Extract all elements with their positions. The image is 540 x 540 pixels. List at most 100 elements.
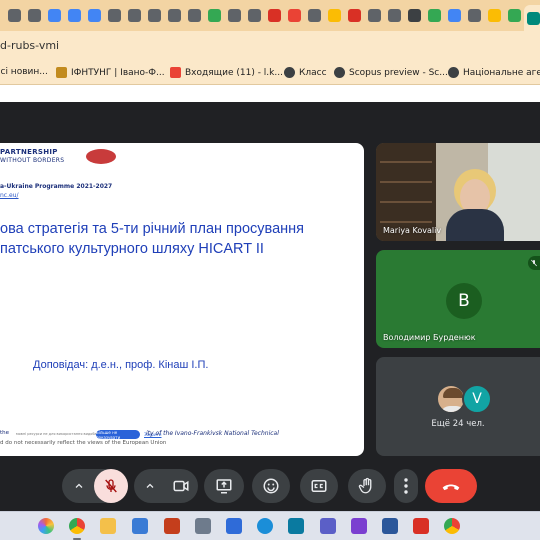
browser-tab[interactable] (504, 5, 525, 26)
powerpoint-icon[interactable] (164, 518, 180, 534)
raise-hand-button[interactable] (348, 469, 386, 503)
leave-call-button[interactable] (425, 469, 477, 503)
camera-icon (172, 477, 190, 495)
chevron-up-icon[interactable] (136, 469, 164, 503)
browser-tab[interactable] (44, 5, 65, 26)
calendar-icon[interactable] (132, 518, 148, 534)
browser-tab[interactable] (24, 5, 45, 26)
bookmark-item[interactable]: ІФНТУНГ | Івано-Ф... (56, 67, 165, 78)
browser-tab[interactable] (244, 5, 265, 26)
mic-off-icon (528, 256, 540, 270)
crest-icon (56, 67, 67, 78)
maps-icon (428, 9, 441, 22)
participant-tile-mariya[interactable]: Mariya Kovaliv (376, 143, 540, 241)
browser-tab[interactable] (324, 5, 345, 26)
browser-tab[interactable] (164, 5, 185, 26)
more-options-button[interactable] (394, 469, 418, 503)
sliders-icon (168, 9, 181, 22)
browser-tab[interactable] (204, 5, 225, 26)
browser-tab[interactable] (364, 5, 385, 26)
copilot-icon[interactable] (38, 518, 54, 534)
teams-icon[interactable] (320, 518, 336, 534)
bookmark-item[interactable]: ісі новин... (0, 67, 48, 77)
browser-tab[interactable] (264, 5, 285, 26)
browser-tab[interactable]: ✕ (524, 5, 540, 31)
emoji-icon (262, 477, 280, 495)
globe-icon (284, 67, 295, 78)
gmail-icon (170, 67, 181, 78)
bookmark-label: Національне агент... (463, 67, 540, 78)
translate-bar-text: мовні ресурси не для використання видоба (16, 432, 97, 436)
bookmark-label: Scopus preview - Sc... (349, 67, 448, 78)
chrome-icon[interactable] (69, 518, 85, 534)
edge-icon[interactable] (257, 518, 273, 534)
browser-tab[interactable] (144, 5, 165, 26)
slide-title-line2: патського культурного шляху HICART II (0, 241, 264, 257)
browser-tab[interactable] (404, 5, 425, 26)
browser-tab[interactable] (444, 5, 465, 26)
slide-link: nc.eu/ (0, 192, 19, 199)
bookmark-item[interactable]: Scopus preview - Sc... (334, 67, 448, 78)
address-bar[interactable]: d-rubs-vmi (0, 31, 540, 61)
browser-tab[interactable] (424, 5, 445, 26)
camera-toggle-button[interactable] (164, 469, 198, 503)
browser-tab[interactable] (84, 5, 105, 26)
app-icon[interactable] (288, 518, 304, 534)
bookmark-item[interactable]: Національне агент... (448, 67, 540, 78)
gmail-icon (288, 9, 301, 22)
widgets-icon[interactable] (8, 517, 20, 533)
url-text[interactable]: d-rubs-vmi (0, 39, 59, 52)
slide-footer-disclaimer: d do not necessarily reflect the views o… (0, 440, 167, 446)
participant-name: Mariya Kovaliv (383, 226, 442, 235)
pdf-icon[interactable] (413, 518, 429, 534)
chrome-icon[interactable] (444, 518, 460, 534)
browser-tab[interactable] (384, 5, 405, 26)
viber-icon[interactable] (351, 518, 367, 534)
bookmark-item[interactable]: Класс (284, 67, 327, 78)
chrome-icon (228, 9, 241, 22)
browser-tab[interactable] (104, 5, 125, 26)
browser-tab[interactable] (124, 5, 145, 26)
browser-tab[interactable] (484, 5, 505, 26)
more-participants-tile[interactable]: V Ещё 24 чел. (376, 357, 540, 456)
captions-icon (310, 477, 328, 495)
bookmark-item[interactable]: Входящие (11) - l.k... (170, 67, 283, 78)
globe-icon (448, 67, 459, 78)
browser-tab[interactable] (64, 5, 85, 26)
file-explorer-icon[interactable] (100, 518, 116, 534)
present-screen-button[interactable] (204, 469, 244, 503)
captions-button[interactable] (300, 469, 338, 503)
more-vert-icon (403, 478, 409, 494)
os-taskbar (0, 511, 540, 540)
globe-icon (334, 67, 345, 78)
project-logo-icon (86, 149, 116, 164)
bookmarks-bar: ісі новин... ІФНТУНГ | Івано-Ф... Входящ… (0, 61, 540, 85)
docs-icon (88, 9, 101, 22)
presentation-slide: PARTNERSHIP WITHOUT BORDERS a-Ukraine Pr… (0, 143, 364, 456)
browser-tab[interactable] (4, 5, 25, 26)
google-icon (448, 9, 461, 22)
slide-speaker: Доповідач: д.е.н., проф. Кінаш І.П. (33, 359, 209, 371)
browser-tab[interactable] (224, 5, 245, 26)
mic-toggle-button[interactable] (94, 469, 128, 503)
calculator-icon[interactable] (195, 518, 211, 534)
chevron-up-icon[interactable] (64, 469, 94, 503)
chrome-icon (468, 9, 481, 22)
leaf-icon (368, 9, 381, 22)
word-icon[interactable] (382, 518, 398, 534)
browser-tab[interactable] (304, 5, 325, 26)
never-show-button[interactable]: Більше не показувати (96, 430, 140, 440)
browser-tab[interactable] (464, 5, 485, 26)
reactions-button[interactable] (252, 469, 290, 503)
browser-tab[interactable] (184, 5, 205, 26)
slide-programme: a-Ukraine Programme 2021-2027 (0, 183, 113, 190)
docs-icon (48, 9, 61, 22)
browser-tab[interactable] (284, 5, 305, 26)
participant-tile-volodymyr[interactable]: B Володимир Бурденюк (376, 250, 540, 348)
participant-avatar: B (446, 283, 482, 319)
sheets-icon (508, 9, 521, 22)
slide-partner-line1: PARTNERSHIP (0, 148, 58, 156)
photos-icon[interactable] (226, 518, 242, 534)
browser-tab[interactable] (344, 5, 365, 26)
red-app-icon (268, 9, 281, 22)
